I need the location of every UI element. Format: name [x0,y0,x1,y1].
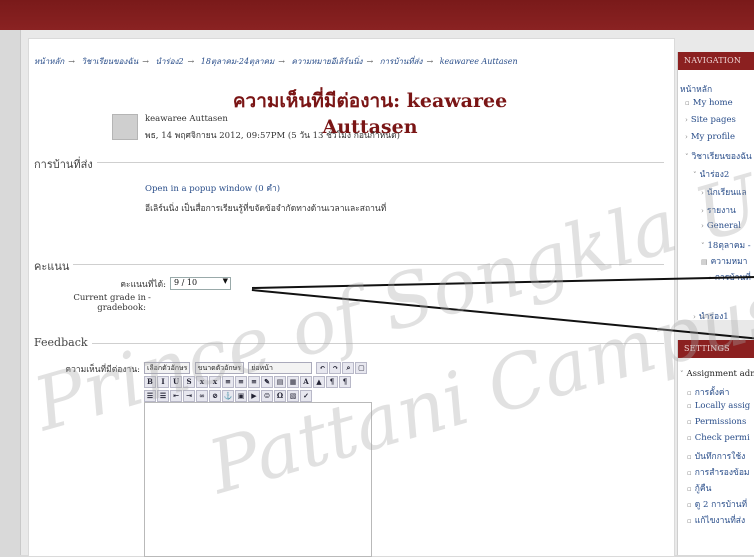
bullet-list-icon[interactable]: ☰ [144,390,156,402]
outdent-icon[interactable]: ⇤ [170,390,182,402]
breadcrumb-week[interactable]: 18ตุลาคม-24ตุลาคม [201,57,275,66]
author-name[interactable]: keawaree Auttasen [145,114,228,124]
grade-value: 9 / 10 [174,278,198,287]
paste-word-icon[interactable]: ▦ [287,376,299,388]
settings-logs[interactable]: ▫ บันทึกการใช้ง [687,449,745,463]
nav-week[interactable]: ˅ 18ตุลาคม - [701,238,751,252]
paste-text-icon[interactable]: ▤ [274,376,286,388]
undo-icon[interactable]: ↶ [316,362,329,374]
file-icon[interactable]: ▧ [287,390,299,402]
format-select[interactable]: ย่อหน้า [248,362,313,374]
breadcrumb: หน้าหลัก → วิชาเรียนของฉัน → นำร่อง2 → 18ตุ… [34,57,518,66]
nav-topic[interactable]: ▤ ความหมา [701,254,747,268]
avatar[interactable] [112,114,138,140]
anchor-icon[interactable]: ⚓ [222,390,234,402]
breadcrumb-topic[interactable]: ความหมายอีเลิร์นนิ่ง [292,57,363,66]
clean-icon[interactable]: ✎ [261,376,273,388]
submission-legend: การบ้านที่ส่ง [34,155,97,173]
settings-restore[interactable]: ▫ กู้คืน [687,481,711,495]
current-grade-label: Current grade in gradebook: [73,293,146,313]
superscript-icon[interactable]: x [209,376,221,388]
spellcheck-icon[interactable]: ✓ [300,390,312,402]
align-right-icon[interactable]: ≡ [248,376,260,388]
nav-site-pages[interactable]: › Site pages [685,115,736,125]
grade-label: คะแนนที่ได้: [120,280,166,290]
rtl-icon[interactable]: ¶ [339,376,351,388]
image-icon[interactable]: ▣ [235,390,247,402]
nav-general[interactable]: › General [701,221,741,231]
nav-my-profile[interactable]: › My profile [685,132,735,142]
feedback-legend: Feedback [34,336,92,349]
numbered-list-icon[interactable]: ☰ [157,390,169,402]
bold-icon[interactable]: B [144,376,156,388]
settings-assignment-admin[interactable]: ˅ Assignment adm [680,369,754,379]
settings-locally-assigned[interactable]: ▫ Locally assig [687,401,750,411]
breadcrumb-student: keawaree Auttasen [439,57,518,66]
breadcrumb-assignment[interactable]: การบ้านที่ส่ง [380,57,423,66]
media-icon[interactable]: ▶ [248,390,260,402]
feedback-editor[interactable] [144,402,372,557]
align-center-icon[interactable]: ≡ [235,376,247,388]
nav-course-1[interactable]: › นำร่อง1 [693,309,729,323]
fullscreen-icon[interactable]: ▢ [355,362,368,374]
breadcrumb-home[interactable]: หน้าหลัก [34,57,64,66]
nav-home[interactable]: หน้าหลัก [680,82,712,96]
font-size-select[interactable]: ขนาดตัวอักษร [194,362,244,374]
breadcrumb-course[interactable]: นำร่อง2 [155,57,183,66]
font-family-select[interactable]: เลือกตัวอักษร [144,362,191,374]
underline-icon[interactable]: U [170,376,182,388]
navigation-header[interactable]: NAVIGATION [678,52,754,70]
background-color-icon[interactable]: ▲ [313,376,325,388]
settings-header[interactable]: SETTINGS [678,340,754,358]
ltr-icon[interactable]: ¶ [326,376,338,388]
align-left-icon[interactable]: ≡ [222,376,234,388]
grade-legend: คะแนน [34,257,74,275]
emoticon-icon[interactable]: ☺ [261,390,273,402]
link-icon[interactable]: ∞ [196,390,208,402]
top-banner [0,0,754,30]
italic-icon[interactable]: I [157,376,169,388]
indent-icon[interactable]: ⇥ [183,390,195,402]
nav-my-courses[interactable]: ˅ วิชาเรียนของฉัน [685,149,752,163]
editor-toolbar-row-1: เลือกตัวอักษร ขนาดตัวอักษร ย่อหน้า ↶ ↷ ⌕ ▢ [144,362,368,374]
unlink-icon[interactable]: ⊘ [209,390,221,402]
find-icon[interactable]: ⌕ [342,362,355,374]
strikethrough-icon[interactable]: S [183,376,195,388]
editor-toolbar-row-2: B I U Sx x ≡ ≡ ≡ ✎ ▤ ▦ A ▲ ¶ ¶ [144,376,352,388]
settings-backup[interactable]: ▫ การสำรองข้อม [687,465,750,479]
redo-icon[interactable]: ↷ [329,362,342,374]
current-grade-value: - [148,293,151,303]
nav-course[interactable]: ˅ นำร่อง2 [693,167,729,181]
grade-select[interactable]: 9 / 10 ▼ [170,277,231,290]
special-char-icon[interactable]: Ω [274,390,286,402]
feedback-label: ความเห็นที่มีต่องาน: [65,365,140,375]
nav-reports[interactable]: › รายงาน [701,203,736,217]
subscript-icon[interactable]: x [196,376,208,388]
submission-section: การบ้านที่ส่ง [34,155,664,233]
submission-date: พธ, 14 พฤศจิกายน 2012, 09:57PM (5 วัน 13… [145,131,400,141]
breadcrumb-my-courses[interactable]: วิชาเรียนของฉัน [82,57,139,66]
nav-my-home[interactable]: ▫ My home [685,98,733,108]
editor-toolbar-row-3: ☰ ☰ ⇤ ⇥ ∞ ⊘ ⚓ ▣ ▶ ☺ Ω ▧ ✓ [144,390,313,402]
settings-edit-submission[interactable]: ▫ แก้ไขงานที่ส่ง [687,513,745,527]
text-color-icon[interactable]: A [300,376,312,388]
nav-participants[interactable]: › นักเรียนแล [701,185,747,199]
settings-permissions[interactable]: ▫ Permissions [687,417,746,427]
open-popup-link[interactable]: Open in a popup window (0 คำ) [145,181,280,195]
settings-edit[interactable]: ▫ การตั้งค่า [687,385,729,399]
settings-view-submissions[interactable]: ▫ ดู 2 การบ้านที่ [687,497,747,511]
settings-check-permissions[interactable]: ▫ Check permi [687,433,750,443]
chevron-down-icon: ▼ [222,277,228,285]
submission-text: อีเลิร์นนิ่ง เป็นสื่อการเรียนรู้ที่ขจัดข… [145,204,387,214]
